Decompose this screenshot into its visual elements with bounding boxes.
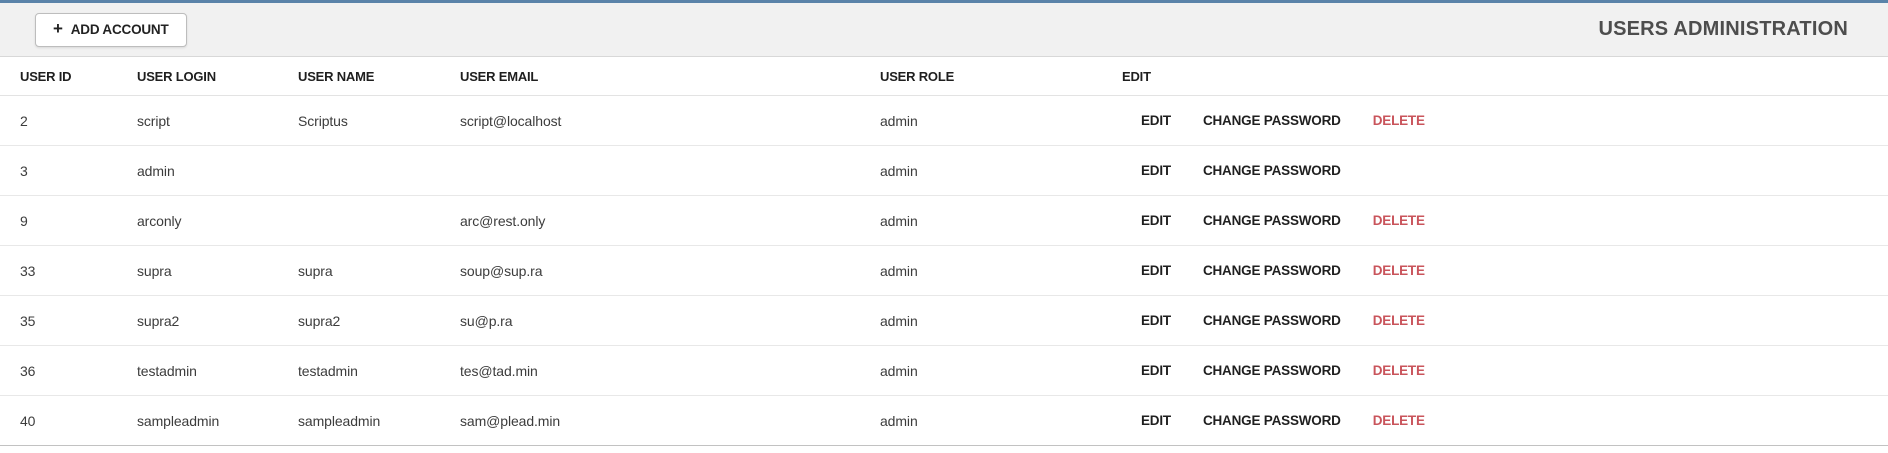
- change-password-button[interactable]: CHANGE PASSWORD: [1203, 213, 1341, 228]
- cell-user-role: admin: [880, 412, 918, 429]
- cell-user-id: 36: [20, 362, 36, 379]
- table-row: 2 script Scriptus script@localhost admin…: [0, 96, 1888, 146]
- cell-user-id: 33: [20, 262, 36, 279]
- delete-button[interactable]: DELETE: [1373, 213, 1425, 228]
- edit-button[interactable]: EDIT: [1141, 363, 1171, 378]
- change-password-button[interactable]: CHANGE PASSWORD: [1203, 313, 1341, 328]
- cell-user-name: supra2: [298, 312, 341, 329]
- cell-user-login: testadmin: [137, 362, 197, 379]
- cell-user-login: supra: [137, 262, 172, 279]
- cell-user-id: 40: [20, 412, 36, 429]
- delete-button[interactable]: DELETE: [1373, 413, 1425, 428]
- cell-user-role: admin: [880, 162, 918, 179]
- plus-icon: +: [53, 19, 63, 38]
- change-password-button[interactable]: CHANGE PASSWORD: [1203, 163, 1341, 178]
- cell-user-name: sampleadmin: [298, 412, 381, 429]
- cell-user-name: supra: [298, 262, 333, 279]
- cell-user-login: sampleadmin: [137, 412, 220, 429]
- cell-actions: EDIT CHANGE PASSWORD: [1122, 163, 1888, 178]
- cell-user-login: supra2: [137, 312, 180, 329]
- cell-user-email: script@localhost: [460, 112, 562, 129]
- delete-button[interactable]: DELETE: [1373, 313, 1425, 328]
- cell-user-name: testadmin: [298, 362, 358, 379]
- cell-actions: EDIT CHANGE PASSWORD DELETE: [1122, 413, 1888, 428]
- column-header-user-login: USER LOGIN: [137, 68, 216, 84]
- change-password-button[interactable]: CHANGE PASSWORD: [1203, 263, 1341, 278]
- table-header-row: USER ID USER LOGIN USER NAME USER EMAIL …: [0, 57, 1888, 96]
- cell-user-role: admin: [880, 212, 918, 229]
- cell-user-name: Scriptus: [298, 112, 348, 129]
- cell-actions: EDIT CHANGE PASSWORD DELETE: [1122, 363, 1888, 378]
- delete-button[interactable]: DELETE: [1373, 113, 1425, 128]
- add-account-label: ADD ACCOUNT: [70, 22, 169, 37]
- cell-user-email: arc@rest.only: [460, 212, 546, 229]
- column-header-user-email: USER EMAIL: [460, 68, 539, 84]
- cell-actions: EDIT CHANGE PASSWORD DELETE: [1122, 213, 1888, 228]
- change-password-button[interactable]: CHANGE PASSWORD: [1203, 413, 1341, 428]
- cell-user-id: 9: [20, 212, 28, 229]
- cell-user-email: tes@tad.min: [460, 362, 538, 379]
- cell-user-role: admin: [880, 112, 918, 129]
- cell-actions: EDIT CHANGE PASSWORD DELETE: [1122, 263, 1888, 278]
- change-password-button[interactable]: CHANGE PASSWORD: [1203, 363, 1341, 378]
- cell-user-email: su@p.ra: [460, 312, 513, 329]
- add-account-button[interactable]: + ADD ACCOUNT: [35, 12, 187, 47]
- change-password-button[interactable]: CHANGE PASSWORD: [1203, 113, 1341, 128]
- edit-button[interactable]: EDIT: [1141, 263, 1171, 278]
- table-row: 33 supra supra soup@sup.ra admin EDIT CH…: [0, 246, 1888, 296]
- edit-button[interactable]: EDIT: [1141, 413, 1171, 428]
- edit-button[interactable]: EDIT: [1141, 163, 1171, 178]
- column-header-user-id: USER ID: [20, 68, 72, 84]
- table-row: 40 sampleadmin sampleadmin sam@plead.min…: [0, 396, 1888, 446]
- table-row: 3 admin admin EDIT CHANGE PASSWORD: [0, 146, 1888, 196]
- users-table: USER ID USER LOGIN USER NAME USER EMAIL …: [0, 57, 1888, 446]
- cell-user-role: admin: [880, 262, 918, 279]
- cell-user-role: admin: [880, 312, 918, 329]
- table-row: 36 testadmin testadmin tes@tad.min admin…: [0, 346, 1888, 396]
- column-header-edit: EDIT: [1122, 68, 1151, 84]
- cell-user-email: soup@sup.ra: [460, 262, 543, 279]
- column-header-user-role: USER ROLE: [880, 68, 955, 84]
- delete-button[interactable]: DELETE: [1373, 363, 1425, 378]
- table-row: 9 arconly arc@rest.only admin EDIT CHANG…: [0, 196, 1888, 246]
- cell-user-id: 3: [20, 162, 28, 179]
- page-title: USERS ADMINISTRATION: [1598, 18, 1848, 40]
- cell-user-role: admin: [880, 362, 918, 379]
- table-row: 35 supra2 supra2 su@p.ra admin EDIT CHAN…: [0, 296, 1888, 346]
- column-header-user-name: USER NAME: [298, 68, 375, 84]
- table-body: 2 script Scriptus script@localhost admin…: [0, 96, 1888, 446]
- cell-user-login: admin: [137, 162, 175, 179]
- edit-button[interactable]: EDIT: [1141, 313, 1171, 328]
- delete-button[interactable]: DELETE: [1373, 263, 1425, 278]
- cell-actions: EDIT CHANGE PASSWORD DELETE: [1122, 313, 1888, 328]
- cell-user-id: 2: [20, 112, 28, 129]
- cell-user-login: arconly: [137, 212, 182, 229]
- cell-user-email: sam@plead.min: [460, 412, 561, 429]
- cell-user-id: 35: [20, 312, 36, 329]
- edit-button[interactable]: EDIT: [1141, 213, 1171, 228]
- top-bar: + ADD ACCOUNT USERS ADMINISTRATION: [0, 0, 1888, 57]
- cell-actions: EDIT CHANGE PASSWORD DELETE: [1122, 113, 1888, 128]
- edit-button[interactable]: EDIT: [1141, 113, 1171, 128]
- cell-user-login: script: [137, 112, 170, 129]
